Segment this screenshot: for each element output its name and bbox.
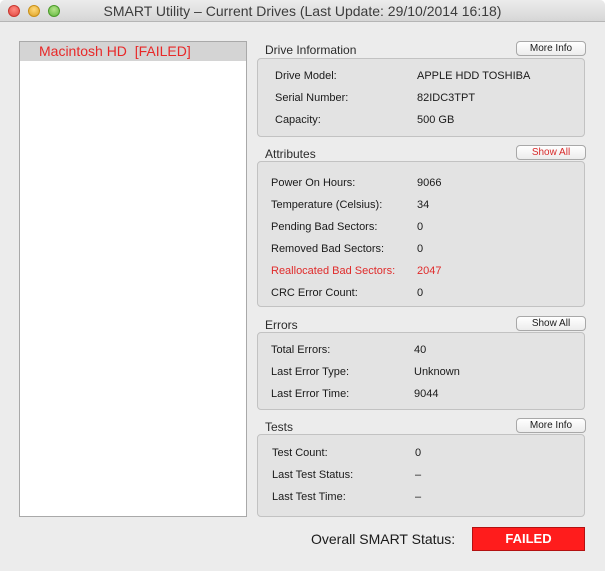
attribute-label: Power On Hours: — [271, 177, 356, 189]
errors-title: Errors — [265, 318, 298, 332]
drive-information-box: Drive Model: APPLE HDD TOSHIBA Serial Nu… — [257, 58, 585, 137]
serial-number-label: Serial Number: — [275, 92, 349, 104]
drive-information-title: Drive Information — [265, 43, 357, 57]
drive-list[interactable]: Macintosh HD [FAILED] — [19, 41, 247, 517]
errors-box: Total Errors: 40 Last Error Type: Unknow… — [257, 332, 585, 410]
error-label: Last Error Type: — [271, 366, 350, 378]
drive-model-value: APPLE HDD TOSHIBA — [417, 70, 531, 82]
smart-utility-window: SMART Utility – Current Drives (Last Upd… — [0, 0, 605, 571]
capacity-label: Capacity: — [275, 114, 321, 126]
error-label: Last Error Time: — [271, 388, 350, 400]
error-label: Total Errors: — [271, 344, 331, 356]
attributes-show-all-button[interactable]: Show All — [516, 145, 586, 160]
error-value: Unknown — [414, 366, 460, 378]
tests-more-info-button[interactable]: More Info — [516, 418, 586, 433]
attribute-value: 0 — [417, 243, 424, 255]
error-value: 9044 — [414, 388, 439, 400]
overall-smart-status-label: Overall SMART Status: — [311, 531, 456, 547]
test-label: Last Test Time: — [272, 491, 346, 503]
tests-title: Tests — [265, 420, 294, 434]
attributes-title: Attributes — [265, 147, 316, 161]
test-label: Test Count: — [272, 447, 328, 459]
attribute-label: Temperature (Celsius): — [271, 199, 383, 211]
test-value: – — [415, 469, 422, 481]
attribute-label: CRC Error Count: — [271, 287, 358, 299]
drive-list-item[interactable]: Macintosh HD [FAILED] — [20, 42, 246, 61]
attribute-value: 9066 — [417, 177, 442, 189]
attribute-value: 34 — [417, 199, 430, 211]
attribute-label: Removed Bad Sectors: — [271, 243, 385, 255]
attribute-value: 0 — [417, 221, 424, 233]
serial-number-value: 82IDC3TPT — [417, 92, 476, 104]
test-value: – — [415, 491, 422, 503]
capacity-value: 500 GB — [417, 114, 455, 126]
attributes-box: Power On Hours: 9066 Temperature (Celsiu… — [257, 161, 585, 307]
attribute-value: 2047 — [417, 265, 442, 277]
attribute-value: 0 — [417, 287, 424, 299]
test-label: Last Test Status: — [272, 469, 354, 481]
test-value: 0 — [415, 447, 422, 459]
attribute-label: Reallocated Bad Sectors: — [271, 265, 396, 277]
drive-model-label: Drive Model: — [275, 70, 337, 82]
tests-box: Test Count: 0 Last Test Status: – Last T… — [257, 434, 585, 517]
attribute-label: Pending Bad Sectors: — [271, 221, 378, 233]
error-value: 40 — [414, 344, 427, 356]
overall-smart-status-badge: FAILED — [472, 527, 585, 551]
title-bar: SMART Utility – Current Drives (Last Upd… — [0, 0, 605, 22]
window-title: SMART Utility – Current Drives (Last Upd… — [103, 3, 502, 19]
errors-show-all-button[interactable]: Show All — [516, 316, 586, 331]
drive-info-more-info-button[interactable]: More Info — [516, 41, 586, 56]
